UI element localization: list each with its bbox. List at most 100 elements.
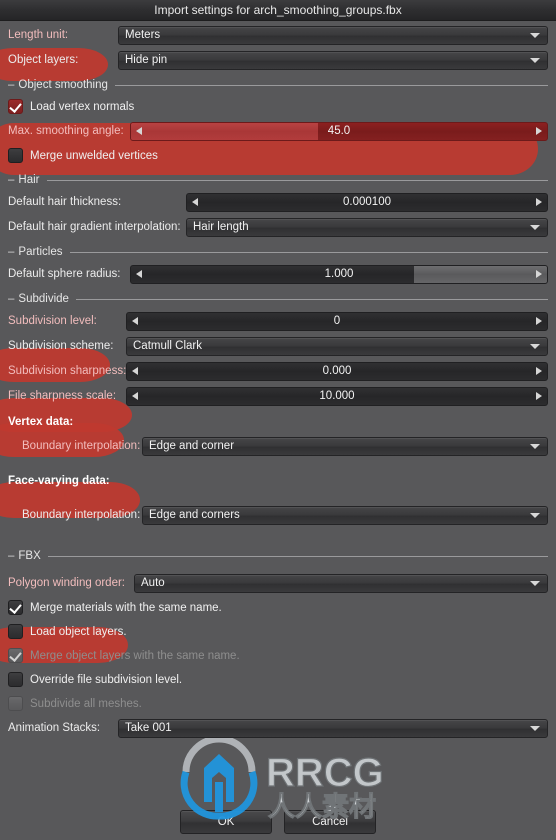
file-sharpness-scale-label: File sharpness scale: [8, 390, 117, 402]
default-sphere-radius-row: Default sphere radius: 1.000 [8, 263, 548, 285]
arrow-left-icon[interactable] [136, 127, 142, 135]
default-hair-thickness-slider[interactable]: 0.000100 [186, 192, 548, 212]
section-particles: – Particles [8, 244, 548, 260]
arrow-right-icon[interactable] [536, 127, 542, 135]
animation-stacks-label: Animation Stacks: [8, 722, 101, 734]
object-layers-label: Object layers: [8, 54, 79, 66]
window-title: Import settings for arch_smoothing_group… [154, 3, 402, 17]
default-hair-thickness-label: Default hair thickness: [8, 196, 122, 208]
section-object-smoothing: – Object smoothing [8, 77, 548, 93]
animation-stacks-row: Animation Stacks: Take 001 [8, 717, 548, 739]
arrow-left-icon[interactable] [132, 392, 138, 400]
chevron-down-icon [530, 225, 540, 230]
section-divider [46, 179, 548, 181]
length-unit-dropdown[interactable]: Meters [118, 25, 548, 45]
animation-stacks-value: Take 001 [125, 722, 172, 734]
default-sphere-radius-label: Default sphere radius: [8, 268, 121, 280]
section-hair: – Hair [8, 172, 548, 188]
max-smoothing-angle-slider[interactable]: 45.0 [130, 121, 548, 141]
section-divider [75, 298, 548, 300]
override-file-subdivision-checkbox[interactable] [8, 672, 23, 687]
chevron-down-icon [530, 444, 540, 449]
file-sharpness-scale-value: 10.000 [319, 390, 355, 402]
vertex-boundary-interpolation-row: Boundary interpolation: Edge and corner [8, 435, 548, 457]
section-subdivide-title: Subdivide [18, 293, 69, 305]
vertex-boundary-interpolation-value: Edge and corner [149, 440, 235, 452]
cancel-button[interactable]: Cancel [284, 810, 376, 834]
merge-unwelded-vertices-checkbox[interactable] [8, 148, 23, 163]
merge-unwelded-vertices-row[interactable]: Merge unwelded vertices [8, 145, 548, 166]
polygon-winding-order-value: Auto [141, 577, 165, 589]
chevron-down-icon [530, 581, 540, 586]
merge-object-layers-label: Merge object layers with the same name. [30, 649, 240, 662]
section-particles-title: Particles [18, 246, 63, 258]
section-dash: – [8, 550, 15, 562]
vertex-data-heading: Vertex data: [8, 416, 74, 428]
default-hair-gradient-label: Default hair gradient interpolation: [8, 221, 181, 233]
ok-button[interactable]: OK [180, 810, 272, 834]
load-object-layers-label: Load object layers. [30, 625, 127, 638]
vertex-boundary-interpolation-label: Boundary interpolation: [22, 440, 141, 452]
override-file-subdivision-label: Override file subdivision level. [30, 673, 183, 686]
default-hair-gradient-dropdown[interactable]: Hair length [186, 217, 548, 237]
chevron-down-icon [530, 513, 540, 518]
max-smoothing-angle-label: Max. smoothing angle: [8, 125, 124, 137]
polygon-winding-order-dropdown[interactable]: Auto [134, 573, 548, 593]
merge-materials-checkbox[interactable] [8, 600, 23, 615]
arrow-right-icon[interactable] [536, 367, 542, 375]
load-vertex-normals-row[interactable]: Load vertex normals [8, 96, 548, 117]
merge-materials-row[interactable]: Merge materials with the same name. [8, 597, 548, 618]
arrow-left-icon[interactable] [132, 317, 138, 325]
merge-object-layers-row: Merge object layers with the same name. [8, 645, 548, 666]
section-hair-title: Hair [18, 174, 40, 186]
merge-materials-label: Merge materials with the same name. [30, 601, 222, 614]
vertex-boundary-interpolation-dropdown[interactable]: Edge and corner [142, 436, 548, 456]
arrow-right-icon[interactable] [536, 317, 542, 325]
slider-fill [131, 122, 319, 140]
section-divider [114, 84, 548, 86]
arrow-left-icon[interactable] [192, 198, 198, 206]
arrow-left-icon[interactable] [132, 367, 138, 375]
object-layers-dropdown[interactable]: Hide pin [118, 50, 548, 70]
override-file-subdivision-row[interactable]: Override file subdivision level. [8, 669, 548, 690]
chevron-down-icon [530, 726, 540, 731]
section-divider [69, 251, 548, 253]
subdivision-level-slider[interactable]: 0 [126, 311, 548, 331]
default-sphere-radius-value: 1.000 [324, 268, 354, 280]
chevron-down-icon [530, 33, 540, 38]
animation-stacks-dropdown[interactable]: Take 001 [118, 718, 548, 738]
file-sharpness-scale-slider[interactable]: 10.000 [126, 386, 548, 406]
load-object-layers-checkbox[interactable] [8, 624, 23, 639]
subdivision-scheme-dropdown[interactable]: Catmull Clark [126, 336, 548, 356]
slider-fill [413, 265, 547, 283]
length-unit-value: Meters [125, 29, 161, 41]
arrow-right-icon[interactable] [536, 270, 542, 278]
face-boundary-interpolation-dropdown[interactable]: Edge and corners [142, 505, 548, 525]
subdivide-all-meshes-checkbox [8, 696, 23, 711]
subdivision-sharpness-slider[interactable]: 0.000 [126, 361, 548, 381]
subdivide-all-meshes-row: Subdivide all meshes. [8, 693, 548, 714]
section-dash: – [8, 293, 15, 305]
merge-unwelded-vertices-label: Merge unwelded vertices [30, 149, 158, 162]
face-boundary-interpolation-value: Edge and corners [149, 509, 240, 521]
object-layers-value: Hide pin [125, 54, 168, 66]
section-fbx-title: FBX [18, 550, 41, 562]
default-hair-gradient-value: Hair length [193, 221, 249, 233]
arrow-right-icon[interactable] [536, 198, 542, 206]
section-divider [47, 555, 548, 557]
chevron-down-icon [530, 344, 540, 349]
default-hair-thickness-row: Default hair thickness: 0.000100 [8, 191, 548, 213]
window-title-bar: Import settings for arch_smoothing_group… [0, 0, 556, 21]
subdivision-sharpness-value: 0.000 [322, 365, 352, 377]
section-dash: – [8, 246, 15, 258]
section-subdivide: – Subdivide [8, 291, 548, 307]
object-layers-row: Object layers: Hide pin [8, 49, 548, 71]
arrow-right-icon[interactable] [536, 392, 542, 400]
subdivision-scheme-row: Subdivision scheme: Catmull Clark [8, 335, 548, 357]
subdivide-all-meshes-label: Subdivide all meshes. [30, 697, 142, 710]
arrow-left-icon[interactable] [136, 270, 142, 278]
load-vertex-normals-checkbox[interactable] [8, 99, 23, 114]
default-sphere-radius-slider[interactable]: 1.000 [130, 264, 548, 284]
subdivision-sharpness-label: Subdivision sharpness: [8, 365, 127, 377]
load-object-layers-row[interactable]: Load object layers. [8, 621, 548, 642]
